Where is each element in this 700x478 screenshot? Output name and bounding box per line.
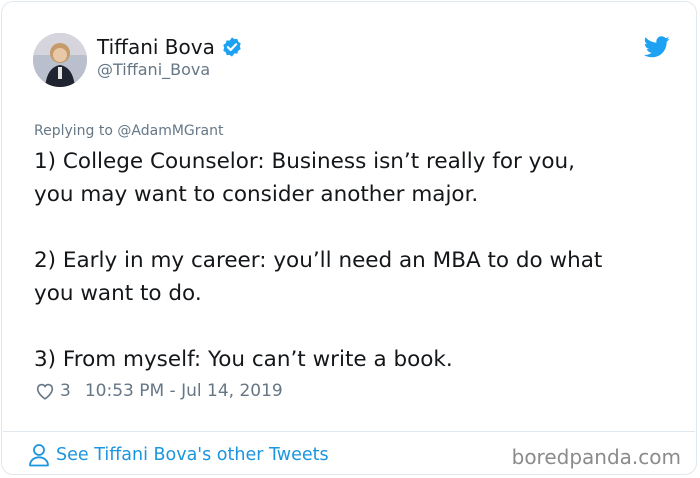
- like-count[interactable]: 3: [60, 379, 71, 403]
- tweet-line: you may want to consider another major.: [34, 182, 479, 207]
- see-other-tweets-link[interactable]: See Tiffani Bova's other Tweets: [28, 442, 329, 468]
- tweet-line: 3) From myself: You can’t write a book.: [34, 347, 453, 372]
- tweet-line: 1) College Counselor: Business isn’t rea…: [34, 149, 576, 174]
- verified-badge-icon: [221, 36, 243, 58]
- tweet-line: 2) Early in my career: you’ll need an MB…: [34, 248, 603, 273]
- avatar[interactable]: [33, 33, 87, 87]
- author-handle[interactable]: @Tiffani_Bova: [97, 60, 210, 80]
- author-name-row[interactable]: Tiffani Bova: [97, 34, 243, 60]
- replying-to-line: Replying to @AdamMGrant: [34, 122, 223, 140]
- tweet-body: 1) College Counselor: Business isn’t rea…: [34, 145, 684, 376]
- tweet-line: you want to do.: [34, 281, 202, 306]
- twitter-bird-icon[interactable]: [643, 36, 670, 58]
- author-display-name[interactable]: Tiffani Bova: [97, 34, 215, 60]
- replying-to-label: Replying to: [34, 123, 118, 139]
- tweet-timestamp[interactable]: 10:53 PM - Jul 14, 2019: [85, 379, 283, 403]
- tweet-card: Tiffani Bova @Tiffani_Bova Replying to @…: [1, 1, 697, 475]
- tweet-meta-row: 3 10:53 PM - Jul 14, 2019: [34, 379, 283, 403]
- reply-mention-link[interactable]: @AdamMGrant: [117, 123, 223, 139]
- boredpanda-watermark: boredpanda.com: [511, 445, 681, 469]
- person-icon: [28, 443, 50, 467]
- see-other-tweets-label[interactable]: See Tiffani Bova's other Tweets: [56, 442, 329, 468]
- heart-icon[interactable]: [34, 380, 56, 402]
- footer-divider: [3, 431, 695, 432]
